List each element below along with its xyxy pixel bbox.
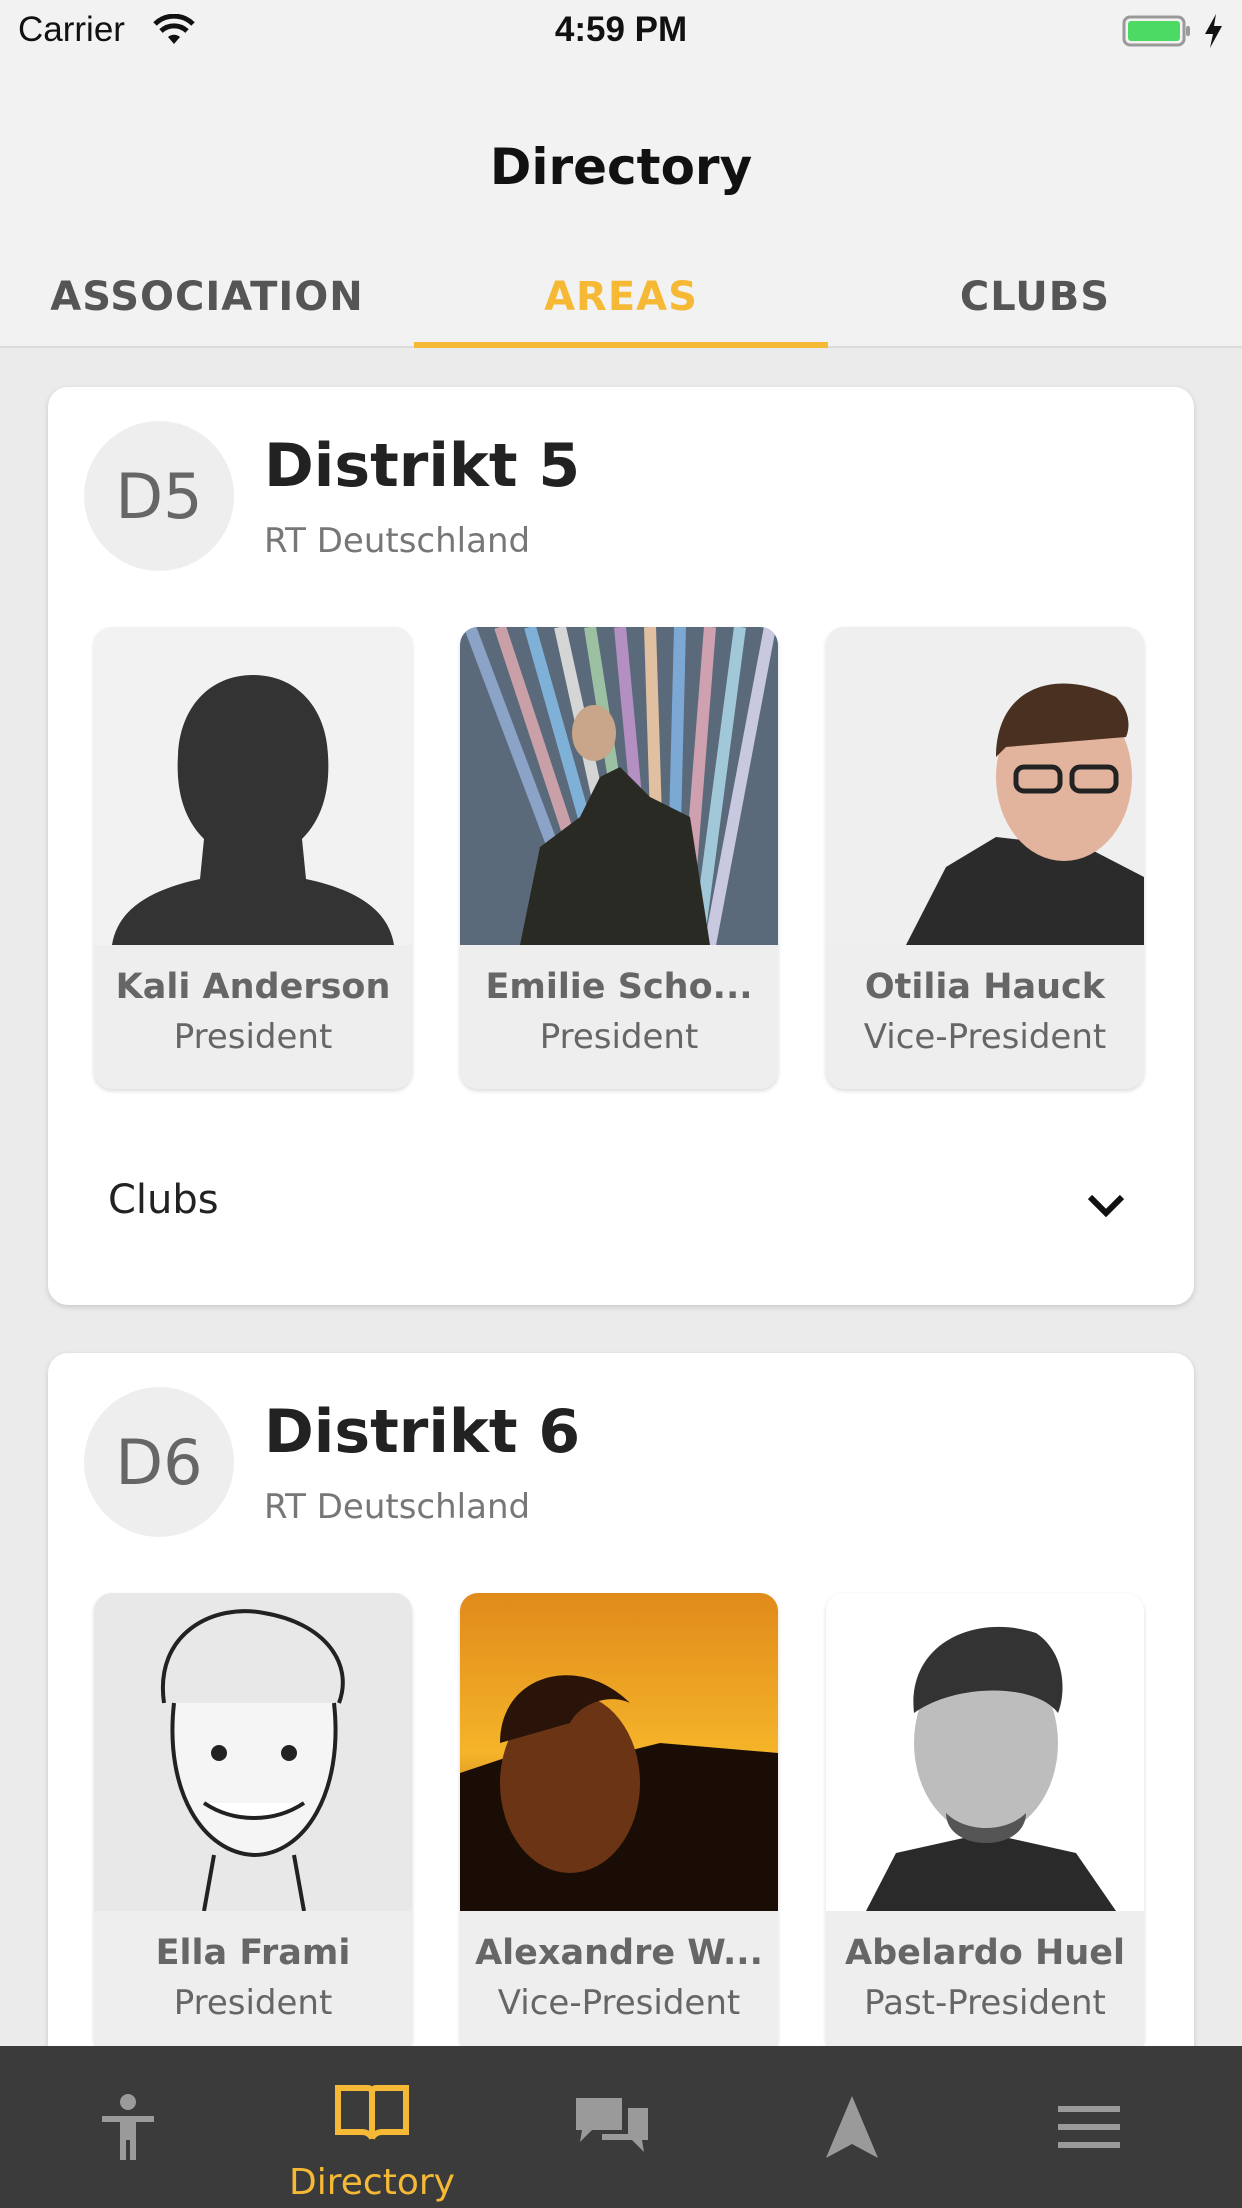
tabbar-item-navigation[interactable] xyxy=(728,2046,976,2208)
member-card[interactable]: Emilie Scho... President xyxy=(460,627,778,1089)
member-name: Kali Anderson xyxy=(115,967,391,1007)
area-title: Distrikt 6 xyxy=(264,1397,581,1467)
tab-clubs[interactable]: CLUBS xyxy=(828,254,1242,348)
member-photo xyxy=(826,1593,1144,1911)
member-role: Past-President xyxy=(864,1983,1106,2023)
navigation-arrow-icon xyxy=(826,2096,878,2158)
member-photo xyxy=(460,1593,778,1911)
person-icon xyxy=(102,2094,154,2160)
member-list: Kali Anderson President Emilie Scho... P… xyxy=(94,627,1148,1091)
tab-association[interactable]: ASSOCIATION xyxy=(0,254,414,348)
member-role: President xyxy=(539,1017,699,1057)
status-bar: Carrier 4:59 PM xyxy=(0,0,1242,62)
tabbar-item-messages[interactable] xyxy=(488,2046,736,2208)
tabbar-item-profile[interactable] xyxy=(4,2046,252,2208)
chat-icon xyxy=(576,2098,648,2152)
member-card[interactable]: Kali Anderson President xyxy=(94,627,412,1089)
member-photo xyxy=(94,1593,412,1911)
member-card[interactable]: Otilia Hauck Vice-President xyxy=(826,627,1144,1089)
clubs-expander[interactable]: Clubs xyxy=(108,1171,1128,1241)
member-role: Vice-President xyxy=(863,1017,1107,1057)
clubs-label: Clubs xyxy=(108,1177,219,1223)
book-icon xyxy=(335,2085,409,2140)
tabbar-item-directory[interactable]: Directory xyxy=(248,2046,496,2208)
area-badge: D6 xyxy=(84,1387,234,1537)
member-photo xyxy=(460,627,778,945)
navigation-header: Directory ASSOCIATION AREAS CLUBS xyxy=(0,62,1242,348)
area-card-distrikt-5: D5 Distrikt 5 RT Deutschland Kali Anders… xyxy=(48,387,1194,1305)
member-role: Vice-President xyxy=(497,1983,741,2023)
segmented-tabs: ASSOCIATION AREAS CLUBS xyxy=(0,254,1242,348)
member-name: Emilie Scho... xyxy=(485,967,753,1007)
page-title: Directory xyxy=(489,138,753,196)
member-role: President xyxy=(173,1983,333,2023)
member-name: Ella Frami xyxy=(155,1933,351,1973)
tabbar-item-menu[interactable] xyxy=(968,2046,1216,2208)
member-name: Otilia Hauck xyxy=(864,967,1106,1007)
member-list: Ella Frami President Alexandre W... Vice… xyxy=(94,1593,1148,2057)
area-subtitle: RT Deutschland xyxy=(264,521,531,561)
member-card[interactable]: Ella Frami President xyxy=(94,1593,412,2055)
chevron-down-icon xyxy=(1087,1194,1125,1218)
member-card[interactable]: Alexandre W... Vice-President xyxy=(460,1593,778,2055)
menu-icon xyxy=(1058,2106,1120,2148)
tab-areas[interactable]: AREAS xyxy=(414,254,828,348)
battery-icon xyxy=(1122,15,1190,47)
area-subtitle: RT Deutschland xyxy=(264,1487,531,1527)
area-title: Distrikt 5 xyxy=(264,431,581,501)
tabbar-label-directory: Directory xyxy=(289,2162,455,2203)
charging-bolt-icon xyxy=(1205,14,1222,48)
silhouette-avatar xyxy=(94,627,412,945)
member-photo xyxy=(826,627,1144,945)
area-badge: D5 xyxy=(84,421,234,571)
member-card[interactable]: Abelardo Huel Past-President xyxy=(826,1593,1144,2055)
member-name: Abelardo Huel xyxy=(845,1933,1125,1973)
member-role: President xyxy=(173,1017,333,1057)
member-name: Alexandre W... xyxy=(475,1933,763,1973)
bottom-tab-bar: Directory xyxy=(0,2046,1242,2208)
status-time: 4:59 PM xyxy=(554,10,688,49)
